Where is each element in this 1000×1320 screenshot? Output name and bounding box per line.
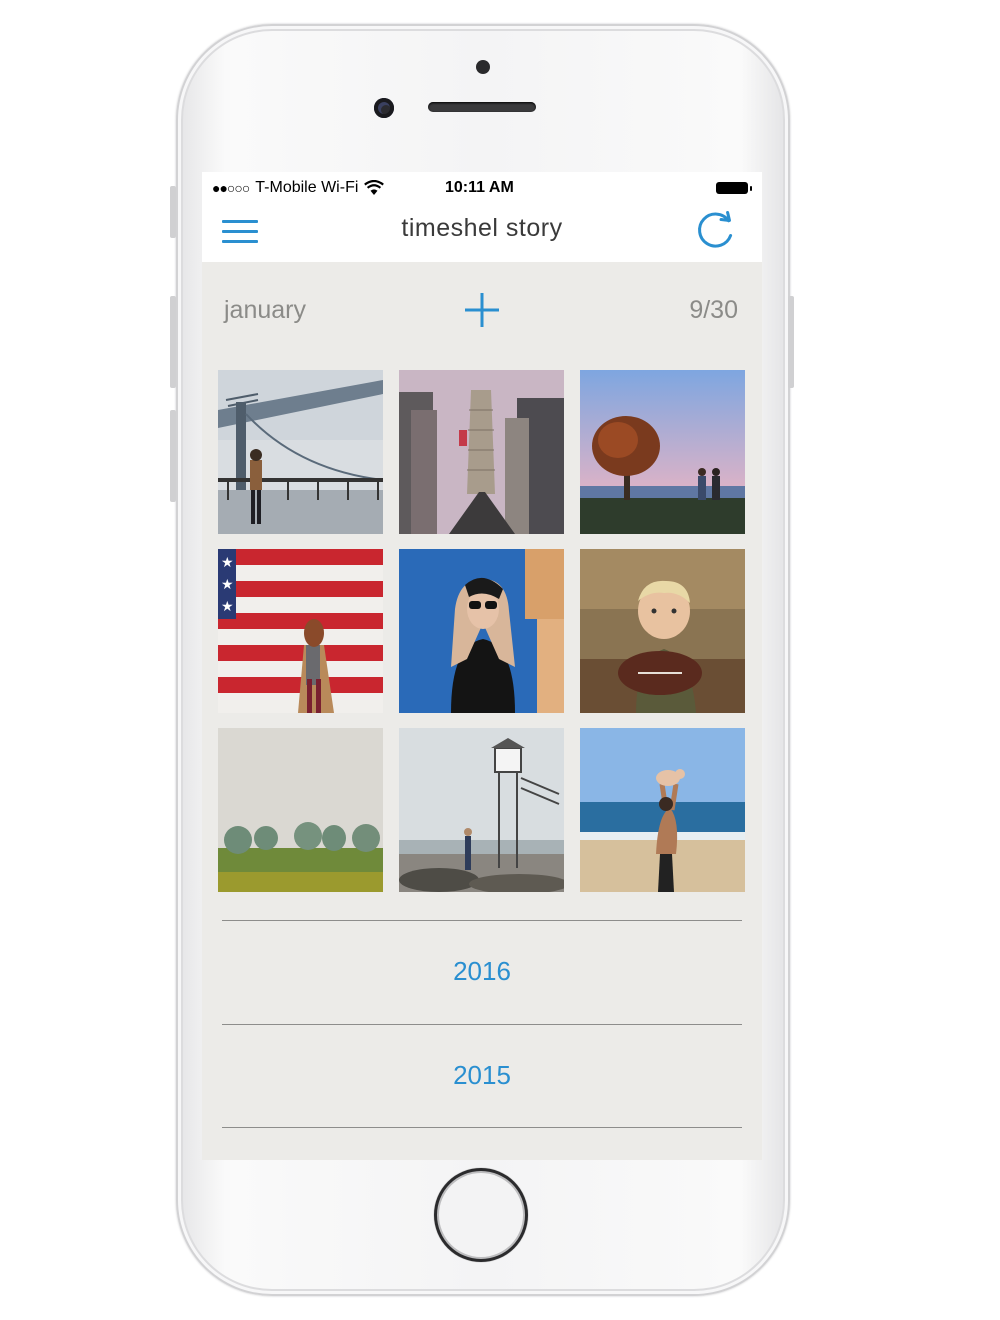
photo-count: 9/30 [689,296,738,324]
photo-woman-by-flag-mural[interactable]: ★ ★ ★ [218,549,383,713]
carrier-name: T-Mobile Wi-Fi [255,179,359,196]
app-screen: ●●○○○ T-Mobile Wi-Fi 10:11 AM timeshel s… [202,172,762,1160]
volume-up-button [170,296,176,388]
home-button[interactable] [434,1168,528,1262]
plus-icon[interactable] [462,290,502,330]
mute-switch [170,186,176,238]
photo-father-lifting-child-at-beach[interactable] [580,728,745,892]
signal-strength: ●●○○○ [212,180,250,196]
photo-woman-with-sunglasses-blue-wall[interactable] [399,549,564,713]
front-camera [374,98,394,118]
svg-text:★: ★ [221,555,234,571]
svg-text:★: ★ [221,577,234,593]
wifi-icon [364,180,385,195]
photo-bridge-with-person[interactable] [218,370,383,534]
svg-text:★: ★ [221,599,234,615]
divider [222,920,742,921]
status-time: 10:11 AM [445,179,514,196]
earpiece-speaker [428,102,536,112]
photo-lifeguard-tower-on-rocks[interactable] [399,728,564,892]
month-label: january [224,296,306,324]
navigation-bar: timeshel story [202,202,762,262]
photo-city-flatiron-building[interactable] [399,370,564,534]
photo-couple-by-tree-at-sunset[interactable] [580,370,745,534]
battery-icon [716,182,752,194]
photo-toddler-with-football[interactable] [580,549,745,713]
year-2015-link[interactable]: 2015 [202,1060,762,1091]
photo-grid: ★ ★ ★ [218,370,746,892]
app-title: timeshel story [401,214,563,242]
divider [222,1127,742,1128]
status-bar: ●●○○○ T-Mobile Wi-Fi 10:11 AM [202,172,762,202]
divider [222,1024,742,1025]
photo-foggy-field-trees[interactable] [218,728,383,892]
volume-down-button [170,410,176,502]
refresh-icon[interactable] [694,208,738,252]
month-header: january 9/30 [202,262,762,352]
proximity-sensor [476,60,490,74]
year-2016-link[interactable]: 2016 [202,956,762,987]
power-button [788,296,794,388]
